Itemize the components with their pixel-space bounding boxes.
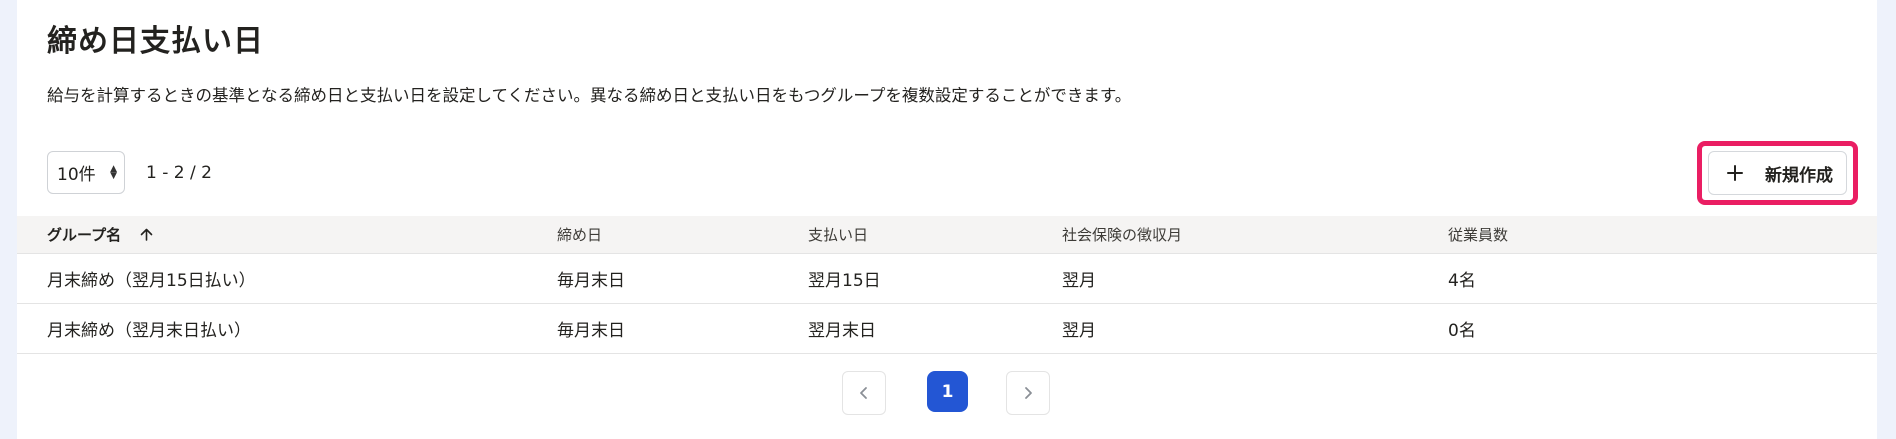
insurance-month-cell: 翌月 [1062, 303, 1448, 354]
arrow-up-icon[interactable] [140, 228, 153, 241]
new-create-label: 新規作成 [1765, 165, 1833, 186]
group-name-cell[interactable]: 月末締め（翌月末日払い） [17, 303, 557, 354]
closing-payment-settings-card: 締め日支払い日 給与を計算するときの基準となる締め日と支払い日を設定してください… [17, 0, 1877, 439]
employee-count-cell: 4名 [1448, 253, 1877, 304]
payment-day-cell: 翌月末日 [808, 303, 1062, 354]
chevron-right-icon [1025, 387, 1032, 399]
column-header-closing-day: 締め日 [557, 216, 808, 254]
column-header-insurance-month: 社会保険の徴収月 [1062, 216, 1448, 254]
result-range: 1 - 2 / 2 [146, 163, 212, 183]
table-row[interactable]: 月末締め（翌月末日払い） 毎月末日 翌月末日 翌月 0名 [17, 303, 1877, 354]
per-page-select[interactable]: 10件 ▲ ▼ [47, 151, 125, 194]
page-number-button[interactable]: 1 [927, 371, 968, 412]
plus-icon [1727, 165, 1743, 181]
column-header-group-name[interactable]: グループ名 [17, 216, 557, 254]
chevron-left-icon [860, 387, 867, 399]
next-page-button[interactable] [1006, 371, 1050, 415]
column-header-payment-day: 支払い日 [808, 216, 1062, 254]
select-caret-icon: ▲ ▼ [110, 163, 117, 181]
closing-day-cell: 毎月末日 [557, 253, 808, 304]
group-name-cell[interactable]: 月末締め（翌月15日払い） [17, 253, 557, 304]
table-row[interactable]: 月末締め（翌月15日払い） 毎月末日 翌月15日 翌月 4名 [17, 253, 1877, 304]
table-header-row: グループ名 締め日 支払い日 社会保険の徴収月 従業員数 [17, 216, 1877, 254]
closing-day-cell: 毎月末日 [557, 303, 808, 354]
employee-count-cell: 0名 [1448, 303, 1877, 354]
payment-day-cell: 翌月15日 [808, 253, 1062, 304]
insurance-month-cell: 翌月 [1062, 253, 1448, 304]
closing-groups-table: グループ名 締め日 支払い日 社会保険の徴収月 従業員数 月末締め（翌月15日払… [17, 216, 1877, 354]
per-page-value: 10件 [57, 165, 96, 185]
new-create-button[interactable]: 新規作成 [1708, 151, 1847, 195]
page-description: 給与を計算するときの基準となる締め日と支払い日を設定してください。異なる締め日と… [47, 86, 1132, 105]
page-title: 締め日支払い日 [47, 24, 264, 59]
prev-page-button[interactable] [842, 371, 886, 415]
column-header-employee-count: 従業員数 [1448, 216, 1877, 254]
